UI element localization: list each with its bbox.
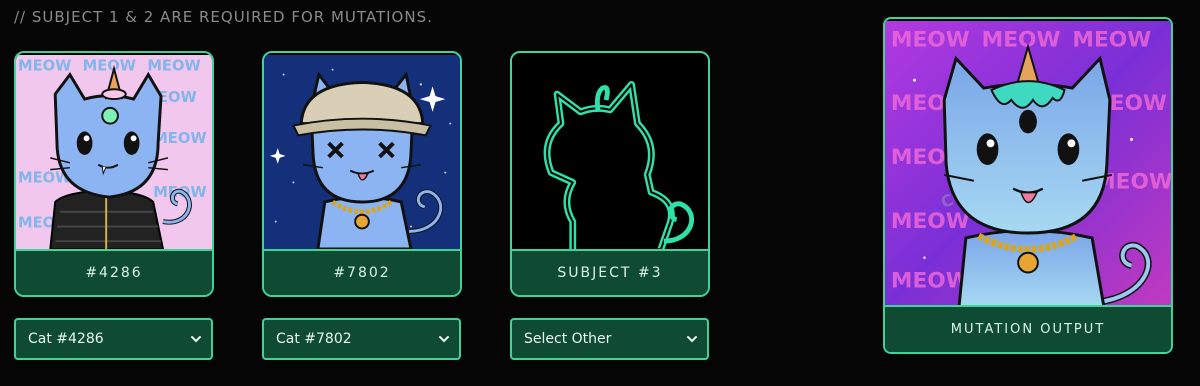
svg-text:MEOW: MEOW xyxy=(891,268,970,293)
subject-1-select[interactable]: Cat #4286 xyxy=(14,318,213,360)
subject-2-label: #7802 xyxy=(264,249,460,295)
subject-2-select[interactable]: Cat #7802 xyxy=(262,318,461,360)
meow-pattern-text: MEOW xyxy=(18,58,71,75)
subject-3-label: SUBJECT #3 xyxy=(512,249,708,295)
subject-1-select-value: Cat #4286 xyxy=(28,331,104,347)
svg-text:MEOW: MEOW xyxy=(891,209,970,234)
subject-3-select[interactable]: Select Other xyxy=(510,318,709,360)
subject-2-select-value: Cat #7802 xyxy=(276,331,352,347)
subject-3-placeholder-outline xyxy=(512,53,708,251)
subject-3-select-value: Select Other xyxy=(524,331,612,347)
svg-text:MEOW: MEOW xyxy=(153,130,206,147)
mutation-requirement-notice: // SUBJECT 1 & 2 ARE REQUIRED FOR MUTATI… xyxy=(14,8,433,26)
chevron-down-icon xyxy=(687,336,697,343)
mutation-output-card: MEOW MEOW MEOW MEOW MEOW MEOW MEOW MEOW … xyxy=(883,17,1173,354)
mutation-output-cat-image: MEOW MEOW MEOW MEOW MEOW MEOW MEOW MEOW … xyxy=(885,19,1171,309)
svg-text:MEOW: MEOW xyxy=(891,28,970,53)
mutation-output-label: MUTATION OUTPUT xyxy=(885,305,1171,352)
subject-1-label: #4286 xyxy=(16,249,212,295)
subject-3-card[interactable]: SUBJECT #3 xyxy=(510,51,710,297)
subject-1-card[interactable]: MEOW MEOW MEOW MEOW MEOW MEOW MEOW MEOW xyxy=(14,51,214,297)
svg-text:MEOW: MEOW xyxy=(147,58,200,75)
subject-1-cat-image: MEOW MEOW MEOW MEOW MEOW MEOW MEOW MEOW xyxy=(16,53,212,251)
svg-text:MEOW: MEOW xyxy=(982,28,1061,53)
subject-2-cat-image xyxy=(264,53,460,251)
svg-text:MEOW: MEOW xyxy=(1072,28,1151,53)
subject-2-card[interactable]: #7802 xyxy=(262,51,462,297)
chevron-down-icon xyxy=(439,336,449,343)
chevron-down-icon xyxy=(191,336,201,343)
svg-text:MEOW: MEOW xyxy=(83,58,136,75)
